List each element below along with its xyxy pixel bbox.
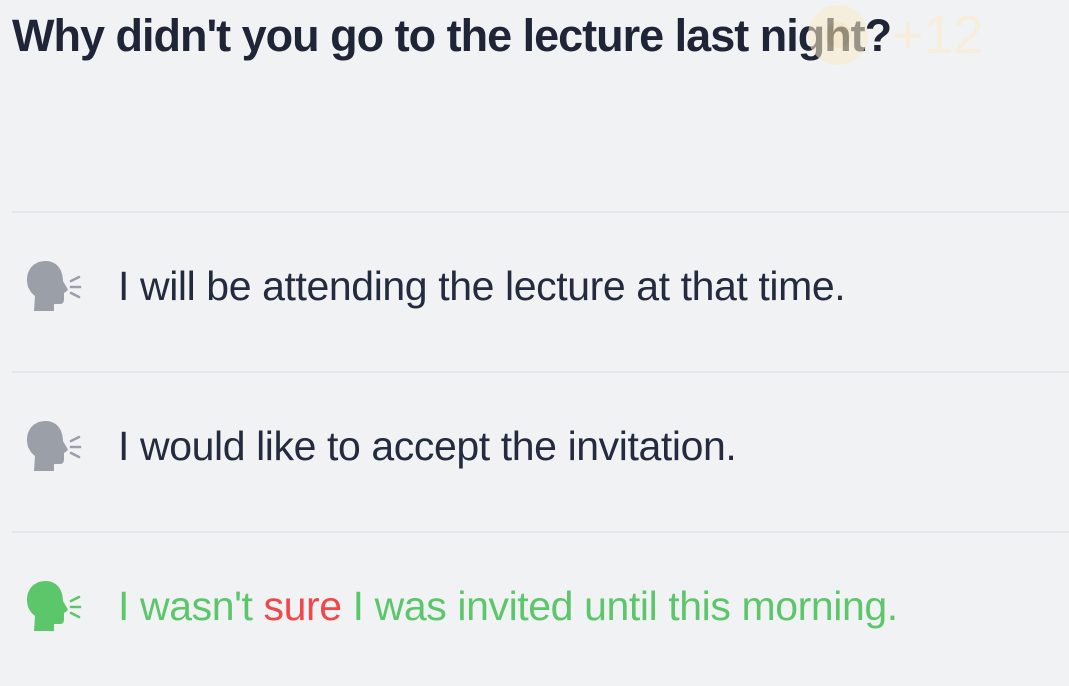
answer-text-before: I wasn't	[118, 582, 264, 629]
answer-option-3-correct[interactable]: I wasn't sure I was invited until this m…	[0, 526, 1069, 686]
answer-text-after: I was invited until this morning.	[341, 582, 899, 629]
speaking-head-icon	[27, 581, 82, 631]
answer-option-1[interactable]: I will be attending the lecture at that …	[0, 206, 1069, 366]
speaking-head-icon	[27, 421, 82, 471]
answer-option-text: I would like to accept the invitation.	[118, 422, 737, 469]
speaking-head-icon	[27, 261, 82, 311]
question-title: Why didn't you go to the lecture last ni…	[12, 10, 892, 61]
answer-option-text: I will be attending the lecture at that …	[118, 262, 846, 309]
answer-option-text: I wasn't sure I was invited until this m…	[118, 583, 898, 630]
xp-badge: +12	[808, 0, 984, 70]
xp-coin-icon	[808, 5, 868, 65]
xp-label: +12	[892, 5, 984, 65]
answer-option-2[interactable]: I would like to accept the invitation.	[0, 366, 1069, 526]
highlighted-word: sure	[263, 582, 343, 629]
